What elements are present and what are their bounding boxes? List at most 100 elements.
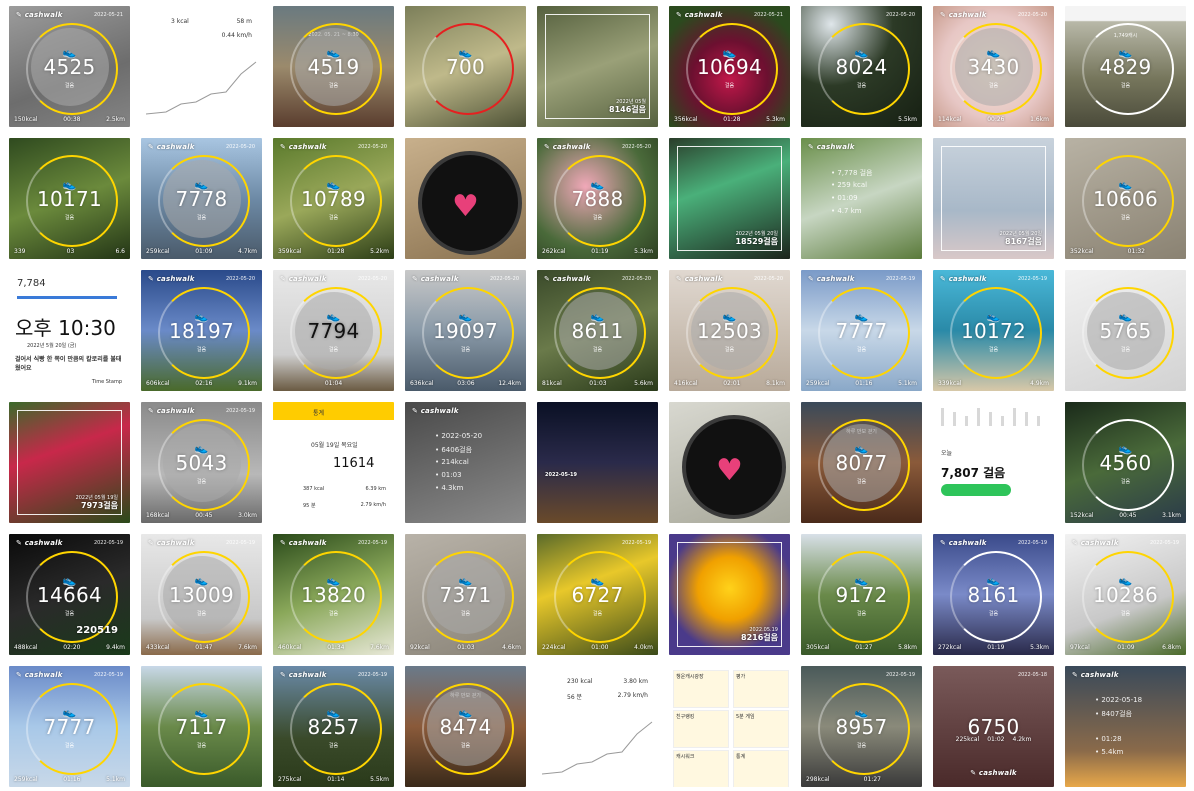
gallery-thumbnail[interactable]: ✎ cashwalk 2022-05-20 👟 12503 걸음 416kcal 02:01…	[669, 270, 790, 391]
time-stat: 01:09	[195, 248, 213, 255]
gallery-thumbnail[interactable]: 2022-05-19	[537, 402, 658, 523]
step-unit: 걸음	[724, 83, 735, 90]
step-count: 7117	[175, 714, 228, 739]
distance-stat: 1.6km	[1030, 116, 1049, 123]
gallery-thumbnail[interactable]: 2022년 05월 8146걸음	[537, 6, 658, 127]
photo-date: 2022-05-20	[1017, 12, 1047, 18]
cashwalk-logo: ✎ cashwalk	[808, 275, 855, 283]
gallery-thumbnail[interactable]: 2022-05-18 6750 225kcal 01:02 4.2km ✎ cashwal…	[933, 666, 1054, 787]
gallery-thumbnail[interactable]: 2022-05-19 👟 8957 걸음 298kcal 01:27	[801, 666, 922, 787]
step-unit: 걸음	[328, 743, 339, 750]
stats-row: 359kcal 01:28 5.2km	[278, 248, 389, 255]
caption-steps: 18529걸음	[735, 237, 778, 247]
stat-line: • 5.4km	[1095, 748, 1124, 756]
gallery-thumbnail[interactable]: ✎ cashwalk 2022-05-19 👟 10286 걸음 97kcal 01:09 6…	[1065, 534, 1186, 655]
gallery-thumbnail[interactable]: ✎ cashwalk 2022-05-19 👟 7777 걸음 259kcal 01:16 5…	[9, 666, 130, 787]
gallery-thumbnail[interactable]: 3 kcal 58 m 0.44 km/h	[141, 6, 262, 127]
gallery-thumbnail[interactable]: 오늘 7,807 걸음	[933, 402, 1054, 523]
gallery-thumbnail[interactable]: 👟 700	[405, 6, 526, 127]
photo-date: 2022-05-20	[225, 276, 255, 282]
time-stat: 01:27	[863, 776, 881, 783]
gallery-thumbnail[interactable]: 1,749캐시 👟 4829 걸음	[1065, 6, 1186, 127]
gallery-thumbnail[interactable]: ✎ cashwalk 2022-05-19 👟 8257 걸음 275kcal 01:14 5…	[273, 666, 394, 787]
gallery-thumbnail[interactable]: ✎ cashwalk 2022-05-21 👟 4525 걸음 150kcal 00:38 2…	[9, 6, 130, 127]
gallery-thumbnail[interactable]: ✎ cashwalk • 2022-05-18 • 8407걸음 • 01:28 • 5…	[1065, 666, 1186, 787]
gallery-thumbnail[interactable]: ✎ cashwalk 2022-05-20 👟 18197 걸음 606kcal 02:16…	[141, 270, 262, 391]
photo-date: 2022-05-19	[621, 540, 651, 546]
gallery-thumbnail[interactable]: ✎ cashwalk 2022-05-19 👟 7777 걸음 259kcal 01:16 5…	[801, 270, 922, 391]
photo-date: 2022-05-19	[357, 540, 387, 546]
gallery-thumbnail[interactable]: 👟 4560 걸음 152kcal 00:45 3.1km	[1065, 402, 1186, 523]
gallery-thumbnail[interactable]: 2022-05-20 👟 8024 걸음 5.5km	[801, 6, 922, 127]
step-count: 8077	[835, 450, 888, 475]
step-count: 10789	[300, 186, 367, 211]
gallery-thumbnail[interactable]: ♥	[669, 402, 790, 523]
step-unit: 걸음	[1120, 347, 1131, 354]
stats-row: 150kcal 00:38 2.5km	[14, 116, 125, 123]
stats-row: 262kcal 01:19 5.3km	[542, 248, 653, 255]
cashwalk-logo: ✎ cashwalk	[412, 407, 459, 415]
step-count: 12503	[696, 318, 763, 343]
cashwalk-logo: ✎ cashwalk	[280, 143, 327, 151]
distance-stat: 5.6km	[634, 380, 653, 387]
kcal-stat: 460kcal	[278, 644, 302, 651]
bar	[953, 412, 956, 426]
stats-row: 224kcal 01:00 4.0km	[542, 644, 653, 651]
gallery-thumbnail[interactable]: 챙운캐시광장 평가 친구랭킹 5분 게임 캐시워크 통계	[669, 666, 790, 787]
gallery-thumbnail[interactable]: 👟 7371 걸음 92kcal 01:03 4.6km	[405, 534, 526, 655]
gallery-thumbnail[interactable]: 230 kcal 3.80 km 56 분 2.79 km/h	[537, 666, 658, 787]
cashwalk-logo: ✎ cashwalk	[148, 407, 195, 415]
gallery-thumbnail[interactable]: ✎ cashwalk 2022-05-20 👟 7794 걸음 01:04	[273, 270, 394, 391]
menu-card-label: 평가	[736, 674, 746, 680]
chart-line	[146, 61, 257, 115]
gallery-thumbnail[interactable]: 2022년 05월 20일 18529걸음	[669, 138, 790, 259]
gallery-thumbnail[interactable]: 통계 05월 19일 목요일 11614 387 kcal 6.39 km 95 분 2.7…	[273, 402, 394, 523]
gallery-thumbnail[interactable]: ✎ cashwalk • 2022-05-20 • 6406걸음 • 214kcal •…	[405, 402, 526, 523]
gallery-thumbnail[interactable]: ✎ cashwalk 2022-05-19 👟 5043 걸음 168kcal 00:45 3…	[141, 402, 262, 523]
gallery-thumbnail[interactable]: 👟 10606 걸음 352kcal 01:32	[1065, 138, 1186, 259]
gallery-thumbnail[interactable]: 2022.05.19 8216걸음	[669, 534, 790, 655]
caption-steps: 8167걸음	[1005, 237, 1042, 247]
gallery-thumbnail[interactable]: ✎ cashwalk 2022-05-19 👟 14664 걸음 220519 488kca…	[9, 534, 130, 655]
gallery-thumbnail[interactable]: 2022년 05월 19일 7973걸음	[9, 402, 130, 523]
steps-line-chart	[542, 721, 653, 775]
gallery-thumbnail[interactable]: ✎ cashwalk 2022-05-20 👟 7888 걸음 262kcal 01:19 5…	[537, 138, 658, 259]
thumbnail-photo	[933, 402, 1054, 523]
gallery-thumbnail[interactable]: ♥	[405, 138, 526, 259]
gallery-thumbnail[interactable]: 2022년 05월 20일 8167걸음	[933, 138, 1054, 259]
app-steps: 11614	[333, 456, 375, 471]
gallery-thumbnail[interactable]: ✎ cashwalk 2022-05-19 👟 10172 걸음 339kcal 4.9k…	[933, 270, 1054, 391]
kcal-stat: 81kcal	[542, 380, 562, 387]
stats-row: 636kcal 03:06 12.4km	[410, 380, 521, 387]
step-unit: 걸음	[328, 83, 339, 90]
gallery-thumbnail[interactable]: ✎ cashwalk 2022-05-20 👟 8611 걸음 81kcal 01:03 5.…	[537, 270, 658, 391]
gallery-thumbnail[interactable]: 👟 7117 걸음	[141, 666, 262, 787]
gallery-thumbnail[interactable]: ✎ cashwalk 2022-05-19 👟 8161 걸음 272kcal 01:19 5…	[933, 534, 1054, 655]
gallery-thumbnail[interactable]: ✎ cashwalk 2022-05-20 👟 7778 걸음 259kcal 01:09 4…	[141, 138, 262, 259]
gallery-thumbnail[interactable]: 하루 만보 걷기👟8474걸음	[405, 666, 526, 787]
cashwalk-logo: ✎ cashwalk	[940, 539, 987, 547]
stats-row: 152kcal 00:45 3.1km	[1070, 512, 1181, 519]
step-unit: 걸음	[460, 611, 471, 618]
gallery-thumbnail[interactable]: 👟 5765 걸음	[1065, 270, 1186, 391]
stats-row: 339kcal 4.9km	[938, 380, 1049, 387]
gallery-thumbnail[interactable]: 👟 10171 걸음 339 03 6.6	[9, 138, 130, 259]
gallery-thumbnail[interactable]: 2022. 05. 21 ~ 8:30👟4519걸음	[273, 6, 394, 127]
gallery-thumbnail[interactable]: ✎ cashwalk 2022-05-20 👟 19097 걸음 636kcal 03:06…	[405, 270, 526, 391]
gallery-thumbnail[interactable]: 👟 9172 걸음 305kcal 01:27 5.8km	[801, 534, 922, 655]
gallery-thumbnail[interactable]: 7,784 오후 10:30 2022년 5월 20일 (금) 걸어서 식빵 한 쪽이…	[9, 270, 130, 391]
distance-stat: 5.8km	[898, 644, 917, 651]
photo-date: 2022-05-20	[753, 276, 783, 282]
gallery-thumbnail[interactable]: 2022-05-19 👟 6727 걸음 224kcal 01:00 4.0km	[537, 534, 658, 655]
gallery-thumbnail[interactable]: ✎ cashwalk 2022-05-19 👟 13009 걸음 433kcal 01:47…	[141, 534, 262, 655]
step-count: 13009	[168, 582, 235, 607]
gallery-thumbnail[interactable]: ✎ cashwalk 2022-05-20 👟 10789 걸음 359kcal 01:28…	[273, 138, 394, 259]
gallery-thumbnail[interactable]: 하루 만보 걷기👟8077걸음	[801, 402, 922, 523]
bar	[1037, 416, 1040, 426]
gallery-thumbnail[interactable]: ✎ cashwalk 2022-05-19 👟 13820 걸음 460kcal 01:34…	[273, 534, 394, 655]
gallery-thumbnail[interactable]: ✎ cashwalk 2022-05-20 👟 3430 걸음 114kcal 00:26 1…	[933, 6, 1054, 127]
time-stat	[995, 380, 997, 387]
gallery-thumbnail[interactable]: ✎ cashwalk • 7,778 걸음 • 259 kcal • 01:09 • 4…	[801, 138, 922, 259]
cashwalk-logo: ✎ cashwalk	[280, 275, 327, 283]
gallery-thumbnail[interactable]: ✎ cashwalk 2022-05-21 👟 10694 걸음 356kcal 01:28…	[669, 6, 790, 127]
